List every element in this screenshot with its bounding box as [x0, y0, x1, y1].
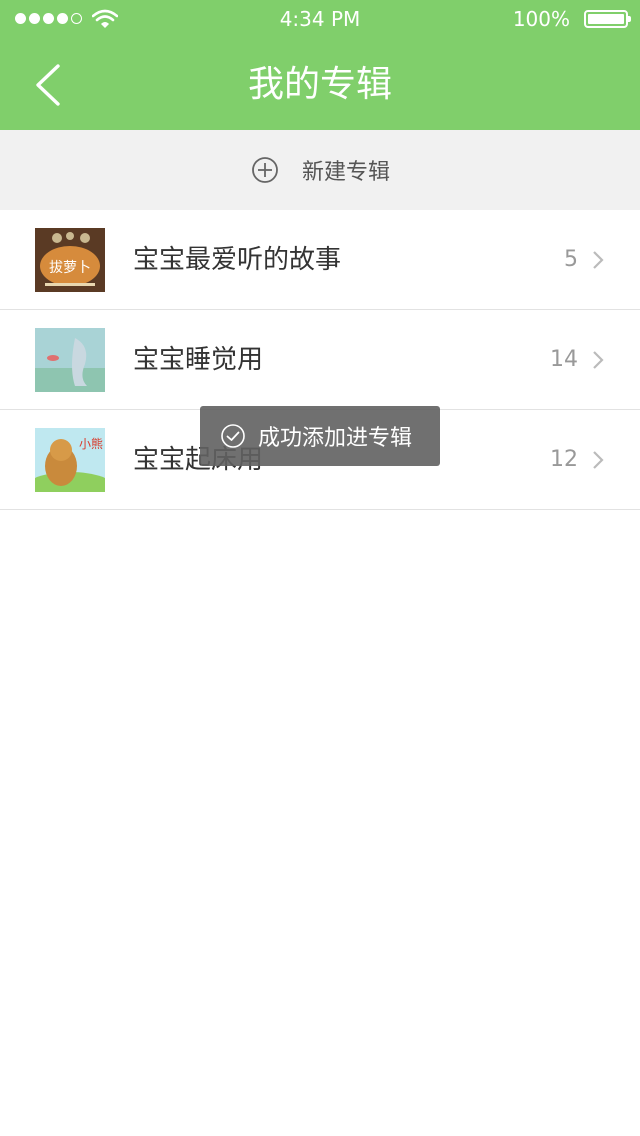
- album-cover-text: 拔萝卜: [49, 260, 91, 276]
- album-count: 14: [550, 347, 578, 372]
- status-bar: 4:34 PM 100%: [0, 0, 640, 40]
- new-album-label: 新建专辑: [301, 160, 390, 185]
- album-title: 宝宝最爱听的故事: [133, 245, 342, 275]
- check-circle-icon: [221, 424, 245, 448]
- album-row[interactable]: 宝宝睡觉用 14: [0, 310, 640, 410]
- toast-message: 成功添加进专辑: [258, 426, 413, 451]
- album-title: 宝宝睡觉用: [133, 345, 264, 375]
- toast-notification: 成功添加进专辑: [200, 406, 440, 466]
- album-row[interactable]: 拔萝卜 宝宝最爱听的故事 5: [0, 210, 640, 310]
- album-cover-text: 小熊: [79, 436, 103, 451]
- chevron-right-icon: [593, 251, 604, 269]
- nav-bar: 我的专辑: [0, 40, 640, 130]
- battery-percent: 100%: [512, 7, 570, 31]
- chevron-right-icon: [593, 351, 604, 369]
- chevron-right-icon: [593, 451, 604, 469]
- plus-circle-icon: [252, 157, 278, 183]
- album-cover: [35, 328, 105, 392]
- album-cover: 小熊: [35, 428, 105, 492]
- battery-icon: [584, 10, 631, 28]
- new-album-button[interactable]: 新建专辑: [0, 130, 640, 210]
- album-count: 12: [550, 447, 578, 472]
- battery-level: [588, 14, 624, 24]
- page-title: 我的专辑: [247, 64, 392, 105]
- album-count: 5: [564, 247, 578, 272]
- top-bar: 4:34 PM 100% 我的专辑: [0, 0, 640, 130]
- album-cover: 拔萝卜: [35, 228, 105, 292]
